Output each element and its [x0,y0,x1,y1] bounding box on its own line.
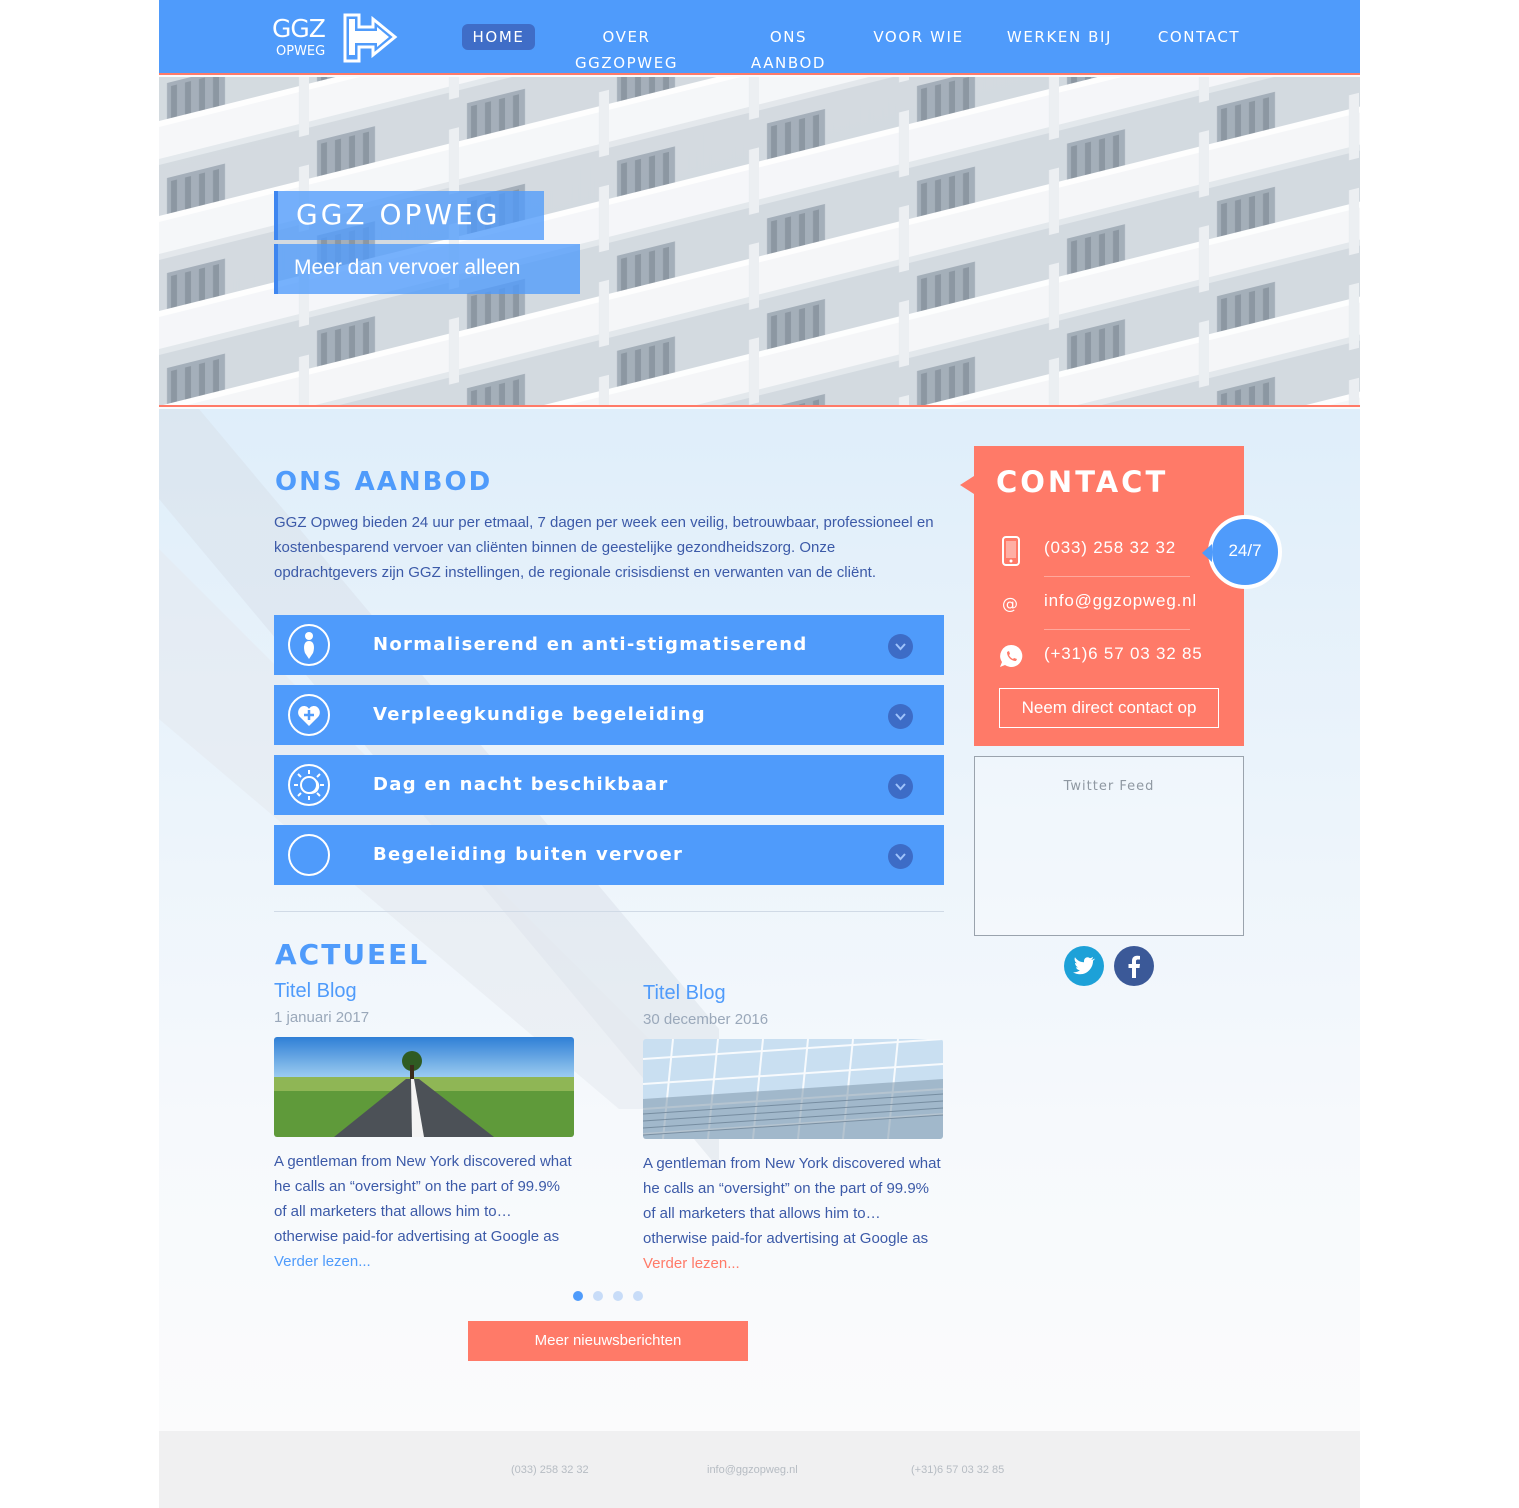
nav-over-ggzopweg[interactable]: OVER GGZOPWEG [549,24,704,72]
footer: (033) 258 32 32 info@ggzopweg.nl (+31)6 … [159,1431,1360,1508]
logo[interactable]: GGZ OPWEG [272,13,402,63]
accordion-label: Dag en nacht beschikbaar [373,774,669,795]
more-news-button[interactable]: Meer nieuwsberichten [468,1321,748,1361]
blog-title[interactable]: Titel Blog [274,980,574,1006]
chevron-down-icon[interactable] [888,774,913,799]
blog-date: 30 december 2016 [643,1011,769,1028]
nav-contact[interactable]: CONTACT [1155,24,1243,50]
heart-plus-icon [288,694,330,736]
read-more-link[interactable]: Verder lezen... [274,1249,574,1274]
hero-subtitle-box: Meer dan vervoer alleen [274,244,580,294]
ons-aanbod-heading: ONS AANBOD [275,467,493,497]
sun-moon-icon [288,764,330,806]
carousel-dot[interactable] [613,1291,623,1301]
svg-text:@: @ [1002,594,1018,613]
accordion-label: Normaliserend en anti-stigmatiserend [373,634,808,655]
twitter-feed-label: Twitter Feed [1063,779,1155,794]
twitter-icon[interactable] [1064,946,1104,986]
accordion-item-dag-en-nacht[interactable]: Dag en nacht beschikbaar [274,755,944,815]
logo-text-opweg: OPWEG [276,44,326,59]
accordion-item-begeleiding[interactable]: Begeleiding buiten vervoer [274,825,944,885]
hero-title: GGZ OPWEG [296,198,501,231]
navbar: GGZ OPWEG HOME OVER GGZOPWEG ONS AANBOD … [159,0,1360,75]
carousel-dot[interactable] [633,1291,643,1301]
nav-home[interactable]: HOME [462,24,535,50]
accordion-label: Verpleegkundige begeleiding [373,704,706,725]
blog-image-road[interactable] [274,1037,574,1137]
chevron-down-icon[interactable] [888,844,913,869]
chevron-down-icon[interactable] [888,704,913,729]
carousel-dot[interactable] [593,1291,603,1301]
blog-excerpt: A gentleman from New York discovered wha… [643,1155,941,1247]
contact-email-row[interactable]: @ info@ggzopweg.nl [998,579,1228,627]
contact-panel-notch [960,476,974,494]
read-more-link[interactable]: Verder lezen... [643,1251,943,1276]
actueel-heading: ACTUEEL [275,938,430,971]
contact-phone[interactable]: (033) 258 32 32 [1044,538,1176,558]
hero-banner: GGZ OPWEG Meer dan vervoer alleen [159,77,1360,407]
chevron-down-icon[interactable] [888,634,913,659]
whatsapp-icon [998,642,1024,672]
nav-werken-bij[interactable]: WERKEN BIJ [1006,24,1113,50]
logo-text-ggz: GGZ [272,14,326,43]
main-content: ONS AANBOD GGZ Opweg bieden 24 uur per e… [159,409,1360,1431]
badge-notch [1202,544,1212,562]
nav-ons-aanbod[interactable]: ONS AANBOD [731,24,846,72]
contact-separator [1044,576,1190,577]
accordion-item-normaliserend[interactable]: Normaliserend en anti-stigmatiserend [274,615,944,675]
footer-whatsapp[interactable]: (+31)6 57 03 32 85 [911,1464,1004,1476]
contact-panel: CONTACT (033) 258 32 32 @ info@ggzopweg.… [960,446,1282,746]
contact-whatsapp-row[interactable]: (+31)6 57 03 32 85 [998,632,1228,680]
availability-badge: 24/7 [1202,515,1282,589]
contact-direct-button[interactable]: Neem direct contact op [999,688,1219,728]
contact-separator [1044,629,1190,630]
twitter-feed[interactable]: Twitter Feed [974,756,1244,936]
blog-post: Titel Blog 1 januari 2017 A gentleman fr… [274,980,574,1274]
circle-icon [288,834,330,876]
at-icon: @ [998,589,1024,619]
hero-title-box: GGZ OPWEG [274,191,544,240]
carousel-dot[interactable] [573,1291,583,1301]
blog-excerpt: A gentleman from New York discovered wha… [274,1153,572,1245]
ons-aanbod-intro: GGZ Opweg bieden 24 uur per etmaal, 7 da… [274,514,934,581]
accordion-item-verpleegkundige[interactable]: Verpleegkundige begeleiding [274,685,944,745]
contact-whatsapp[interactable]: (+31)6 57 03 32 85 [1044,644,1203,664]
accordion-label: Begeleiding buiten vervoer [373,844,684,865]
footer-email[interactable]: info@ggzopweg.nl [707,1464,798,1476]
page: GGZ OPWEG HOME OVER GGZOPWEG ONS AANBOD … [159,0,1360,1508]
facebook-icon[interactable] [1114,946,1154,986]
blog-title[interactable]: Titel Blog [643,982,943,1008]
logo-cross-arrow-icon [343,13,398,63]
section-divider [274,911,944,912]
phone-icon [998,536,1024,566]
contact-phone-row[interactable]: (033) 258 32 32 [998,526,1228,574]
blog-image-glass-facade[interactable] [643,1039,943,1139]
contact-email[interactable]: info@ggzopweg.nl [1044,591,1197,611]
contact-title: CONTACT [996,465,1169,499]
blog-post: Titel Blog 30 december 2016 A gentleman … [643,982,943,1276]
person-icon [288,624,330,666]
footer-phone[interactable]: (033) 258 32 32 [511,1464,589,1476]
availability-badge-text: 24/7 [1228,541,1262,560]
hero-subtitle: Meer dan vervoer alleen [294,256,521,279]
hero-building-image [159,77,1360,405]
nav-voor-wie[interactable]: VOOR WIE [871,24,966,50]
blog-date: 1 januari 2017 [274,1009,370,1026]
